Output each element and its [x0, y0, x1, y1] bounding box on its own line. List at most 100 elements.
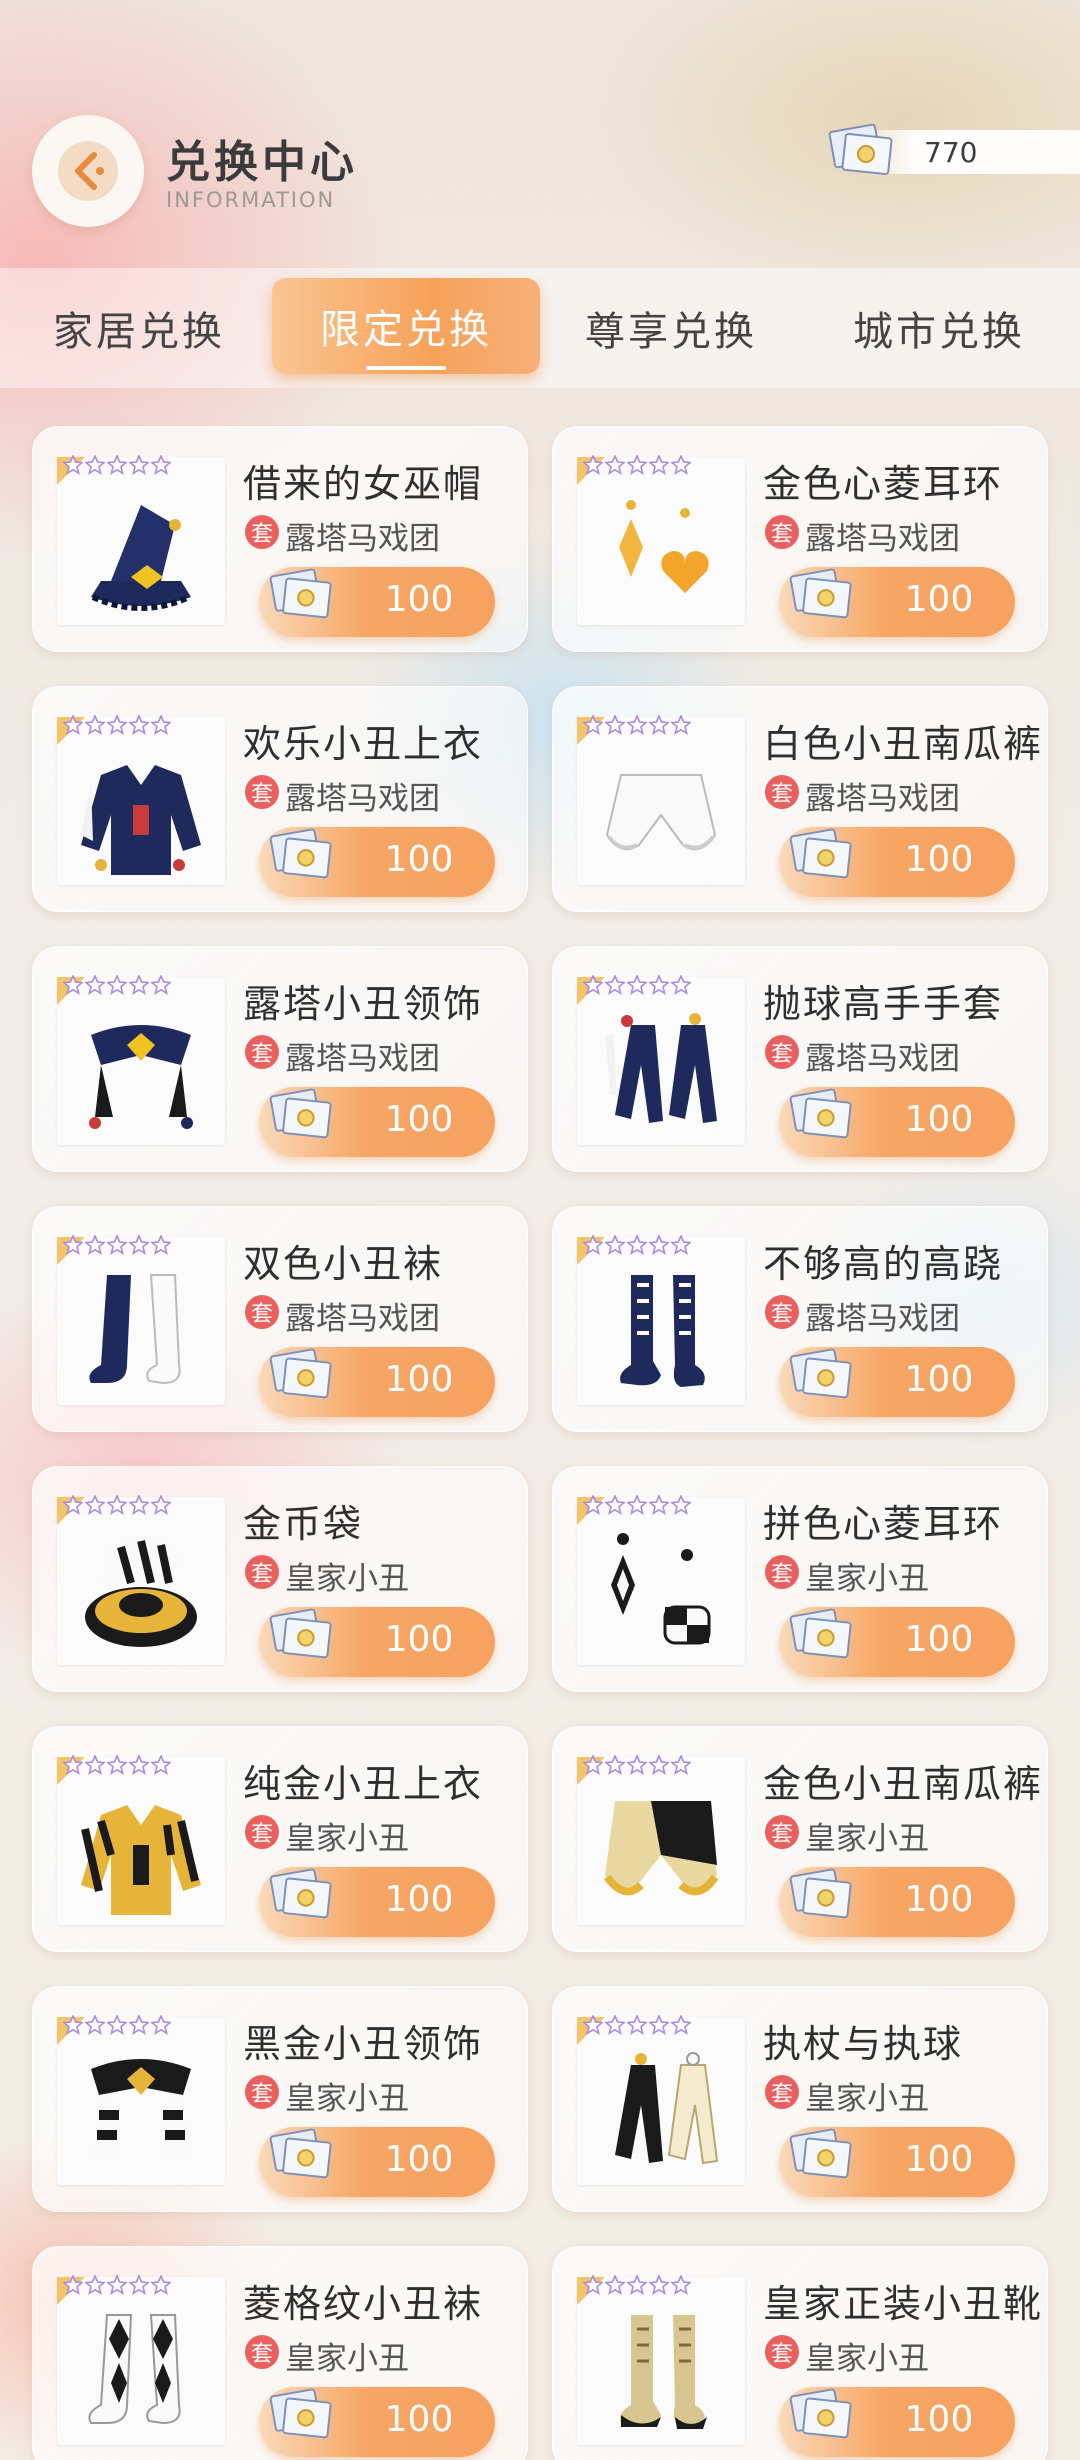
set-name: 皇家小丑 [805, 2081, 929, 2117]
header: 兑换中心 INFORMATION 770 [0, 0, 1080, 260]
star-icon [671, 715, 691, 735]
exchange-price-button[interactable]: 100 [779, 1607, 1015, 1677]
tab-limited-exchange[interactable]: 限定兑换 [272, 278, 540, 374]
exchange-item-card[interactable]: 白色小丑南瓜裤套露塔马戏团 100 [552, 686, 1048, 912]
tab-city-exchange[interactable]: 城市兑换 [824, 268, 1054, 388]
rarity-stars [63, 455, 171, 475]
star-icon [627, 715, 647, 735]
exchange-price-button[interactable]: 100 [259, 1347, 495, 1417]
item-name: 抛球高手手套 [763, 982, 1004, 1026]
exchange-item-card[interactable]: 菱格纹小丑袜套皇家小丑 100 [32, 2246, 528, 2460]
item-thumbnail [57, 975, 225, 1145]
star-icon [151, 2015, 171, 2035]
price-value: 100 [904, 2139, 974, 2180]
star-icon [85, 1495, 105, 1515]
ticket-currency-icon [269, 568, 332, 619]
item-image [620, 1275, 705, 1387]
tab-premium-exchange[interactable]: 尊享兑换 [556, 268, 786, 388]
star-icon [107, 1755, 127, 1775]
price-value: 100 [904, 1359, 974, 1400]
exchange-price-button[interactable]: 100 [779, 1347, 1015, 1417]
item-image [89, 1274, 181, 1385]
exchange-price-button[interactable]: 100 [259, 2127, 495, 2197]
star-icon [85, 2015, 105, 2035]
star-icon [85, 455, 105, 475]
back-button[interactable] [32, 115, 144, 227]
item-thumbnail [577, 1235, 745, 1405]
star-icon [627, 1235, 647, 1255]
exchange-item-card[interactable]: 金色小丑南瓜裤套皇家小丑 100 [552, 1726, 1048, 1952]
star-icon [671, 1755, 691, 1775]
exchange-price-button[interactable]: 100 [259, 1607, 495, 1677]
star-icon [649, 2275, 669, 2295]
item-name: 露塔小丑领饰 [243, 982, 484, 1026]
star-icon [671, 2015, 691, 2035]
tab-home-exchange[interactable]: 家居兑换 [24, 268, 254, 388]
item-image [605, 1013, 717, 1123]
set-name: 露塔马戏团 [285, 1301, 440, 1337]
item-image [603, 1801, 719, 1896]
exchange-item-card[interactable]: 金色心菱耳环套露塔马戏团 100 [552, 426, 1048, 652]
star-icon [107, 2015, 127, 2035]
exchange-item-card[interactable]: 欢乐小丑上衣套露塔马戏团 100 [32, 686, 528, 912]
rarity-stars [63, 1235, 171, 1255]
ticket-currency-icon [269, 2128, 332, 2179]
exchange-item-card[interactable]: 双色小丑袜套露塔马戏团 100 [32, 1206, 528, 1432]
exchange-item-card[interactable]: 借来的女巫帽套露塔马戏团 100 [32, 426, 528, 652]
item-thumbnail [57, 2275, 225, 2445]
star-icon [583, 715, 603, 735]
item-name: 双色小丑袜 [243, 1242, 444, 1286]
rarity-stars [63, 2275, 171, 2295]
star-icon [85, 1235, 105, 1255]
star-icon [605, 455, 625, 475]
ticket-currency-icon [269, 1608, 332, 1659]
star-icon [63, 1755, 83, 1775]
star-icon [129, 1755, 149, 1775]
rarity-stars [63, 975, 171, 995]
star-icon [605, 1235, 625, 1255]
exchange-item-card[interactable]: 黑金小丑领饰套皇家小丑 100 [32, 1986, 528, 2212]
exchange-price-button[interactable]: 100 [259, 2387, 495, 2457]
exchange-price-button[interactable]: 100 [259, 567, 495, 637]
exchange-price-button[interactable]: 100 [259, 1867, 495, 1937]
exchange-item-card[interactable]: 纯金小丑上衣套皇家小丑 100 [32, 1726, 528, 1952]
ticket-currency-icon [269, 828, 332, 879]
item-name: 金色小丑南瓜裤 [763, 1762, 1044, 1806]
price-value: 100 [384, 839, 454, 880]
item-thumbnail [577, 1495, 745, 1665]
exchange-price-button[interactable]: 100 [779, 1867, 1015, 1937]
item-name: 欢乐小丑上衣 [243, 722, 484, 766]
star-icon [583, 455, 603, 475]
exchange-price-button[interactable]: 100 [779, 827, 1015, 897]
set-badge: 套 [765, 2335, 799, 2369]
ticket-currency-icon [789, 828, 852, 879]
star-icon [107, 975, 127, 995]
exchange-price-button[interactable]: 100 [259, 1087, 495, 1157]
rarity-stars [583, 1235, 691, 1255]
star-icon [129, 975, 149, 995]
price-value: 100 [384, 1099, 454, 1140]
exchange-item-card[interactable]: 执杖与执球套皇家小丑 100 [552, 1986, 1048, 2212]
set-badge: 套 [765, 1295, 799, 1329]
star-icon [129, 1495, 149, 1515]
star-icon [129, 1235, 149, 1255]
exchange-item-card[interactable]: 拼色心菱耳环套皇家小丑 100 [552, 1466, 1048, 1692]
set-name: 露塔马戏团 [805, 781, 960, 817]
exchange-item-card[interactable]: 露塔小丑领饰套露塔马戏团 100 [32, 946, 528, 1172]
exchange-item-card[interactable]: 抛球高手手套套露塔马戏团 100 [552, 946, 1048, 1172]
exchange-item-card[interactable]: 金币袋套皇家小丑 100 [32, 1466, 528, 1692]
exchange-price-button[interactable]: 100 [779, 2127, 1015, 2197]
exchange-price-button[interactable]: 100 [779, 2387, 1015, 2457]
exchange-price-button[interactable]: 100 [259, 827, 495, 897]
exchange-item-card[interactable]: 不够高的高跷套露塔马戏团 100 [552, 1206, 1048, 1432]
set-badge: 套 [245, 1295, 279, 1329]
exchange-price-button[interactable]: 100 [779, 1087, 1015, 1157]
item-thumbnail [57, 455, 225, 625]
item-thumbnail [577, 1755, 745, 1925]
exchange-item-card[interactable]: 皇家正装小丑靴套皇家小丑 100 [552, 2246, 1048, 2460]
star-icon [649, 1235, 669, 1255]
exchange-price-button[interactable]: 100 [779, 567, 1015, 637]
price-value: 100 [384, 1359, 454, 1400]
set-name: 皇家小丑 [805, 1821, 929, 1857]
star-icon [649, 455, 669, 475]
